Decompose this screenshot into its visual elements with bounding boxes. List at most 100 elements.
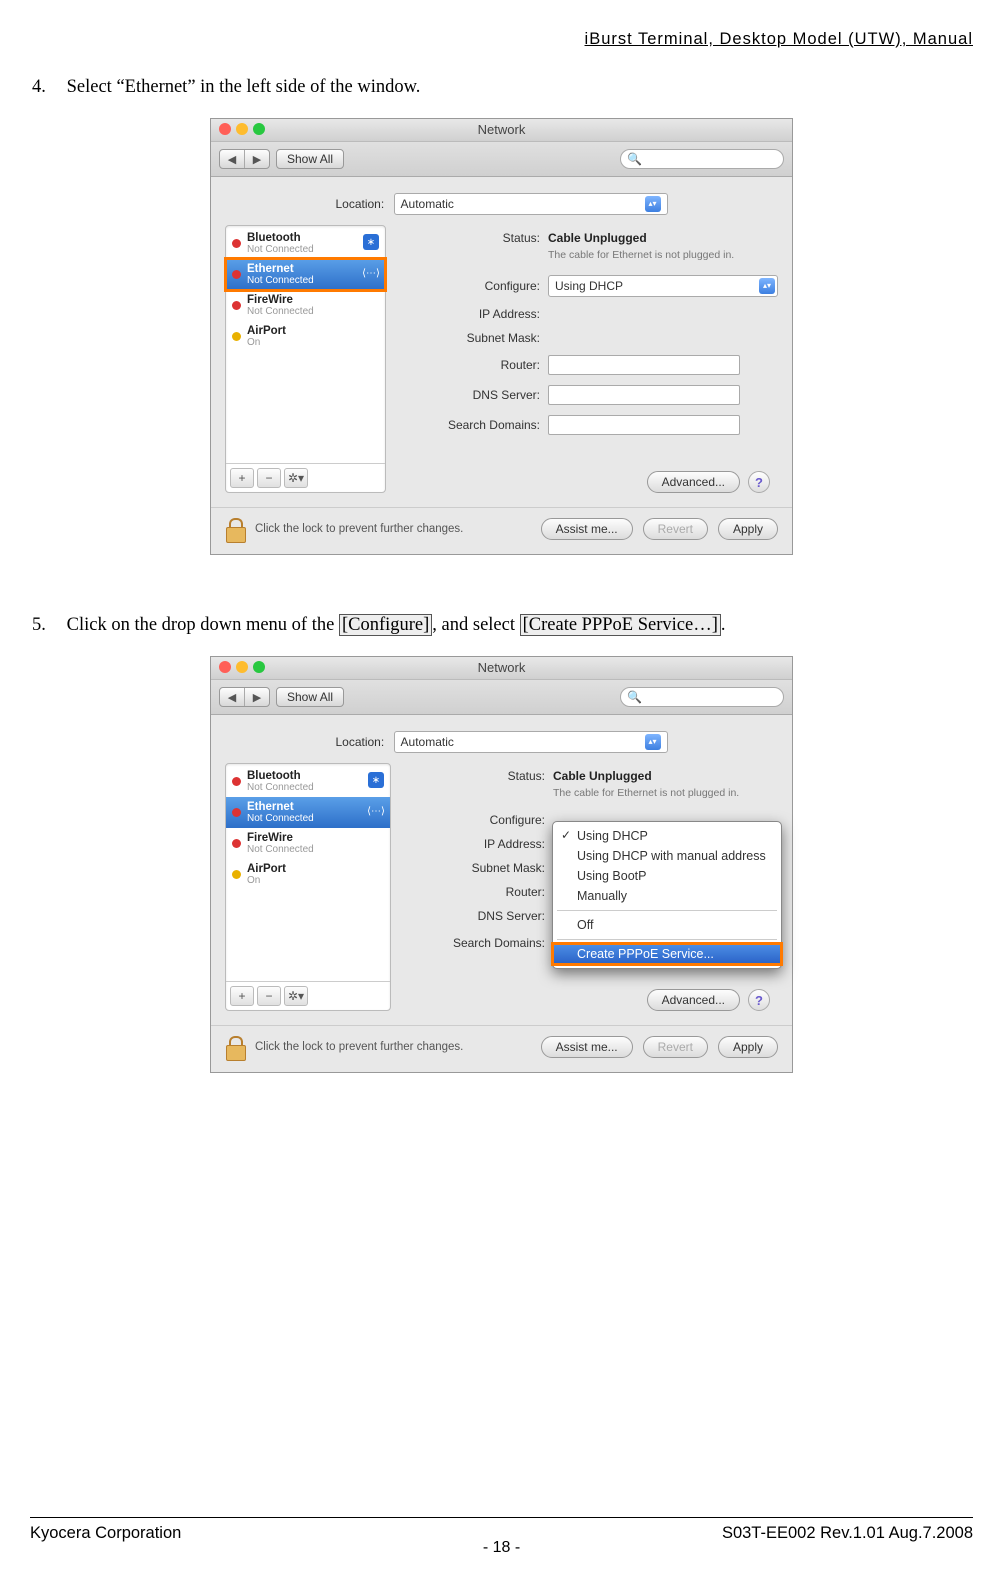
- search-input[interactable]: 🔍: [620, 687, 784, 707]
- detail-panel: Status: Cable Unplugged The cable for Et…: [405, 763, 778, 1011]
- status-dot-icon: [232, 870, 241, 879]
- gear-icon[interactable]: ✲▾: [284, 986, 308, 1006]
- menu-item-off[interactable]: Off: [553, 915, 781, 935]
- status-dot-icon: [232, 332, 241, 341]
- subnet-label: Subnet Mask:: [405, 861, 553, 875]
- add-button[interactable]: +: [230, 986, 254, 1006]
- menu-item-dhcp-manual[interactable]: Using DHCP with manual address: [553, 846, 781, 866]
- location-row: Location: Automatic ▴▾: [211, 177, 792, 225]
- sidebar-item-label: AirPort: [247, 863, 286, 875]
- search-input[interactable]: 🔍: [620, 149, 784, 169]
- nav-buttons[interactable]: ◀ ▶: [219, 687, 270, 707]
- sidebar-item-label: FireWire: [247, 832, 314, 844]
- minimize-icon[interactable]: [236, 123, 248, 135]
- sidebar-item-sub: On: [247, 875, 286, 886]
- apply-button[interactable]: Apply: [718, 1036, 778, 1058]
- back-icon[interactable]: ◀: [220, 688, 245, 706]
- step-5-num: 5.: [32, 615, 62, 636]
- advanced-button[interactable]: Advanced...: [647, 471, 740, 493]
- sidebar-item-airport[interactable]: AirPort On ⌔: [226, 321, 385, 352]
- subnet-label: Subnet Mask:: [400, 331, 548, 345]
- assist-button[interactable]: Assist me...: [541, 518, 633, 540]
- menu-item-dhcp[interactable]: Using DHCP: [553, 826, 781, 846]
- search-icon: 🔍: [627, 690, 642, 704]
- forward-icon[interactable]: ▶: [245, 688, 269, 706]
- sidebar-item-label: Ethernet: [247, 801, 314, 813]
- sidebar-item-airport[interactable]: AirPort On ⌔: [226, 859, 390, 890]
- location-select[interactable]: Automatic ▴▾: [394, 731, 668, 753]
- location-label: Location:: [335, 735, 384, 749]
- remove-button[interactable]: −: [257, 986, 281, 1006]
- sidebar-item-sub: Not Connected: [247, 306, 314, 317]
- traffic-lights[interactable]: [219, 661, 265, 673]
- traffic-lights[interactable]: [219, 123, 265, 135]
- menu-item-bootp[interactable]: Using BootP: [553, 866, 781, 886]
- close-icon[interactable]: [219, 123, 231, 135]
- sidebar-item-ethernet[interactable]: Ethernet Not Connected ⟨⋯⟩: [226, 797, 390, 828]
- sidebar-item-bluetooth[interactable]: Bluetooth Not Connected ∗: [226, 766, 390, 797]
- sidebar-controls: + − ✲▾: [226, 463, 385, 492]
- screenshot-2: Network ◀ ▶ Show All 🔍 Location: Automat…: [210, 656, 793, 1073]
- minimize-icon[interactable]: [236, 661, 248, 673]
- window-footer: Click the lock to prevent further change…: [211, 507, 792, 554]
- status-dot-icon: [232, 839, 241, 848]
- remove-button[interactable]: −: [257, 468, 281, 488]
- configure-label: Configure:: [400, 279, 548, 293]
- status-dot-icon: [232, 301, 241, 310]
- dns-input[interactable]: [548, 385, 740, 405]
- ip-label: IP Address:: [400, 307, 548, 321]
- location-select[interactable]: Automatic ▴▾: [394, 193, 668, 215]
- search-icon: 🔍: [627, 152, 642, 166]
- apply-button[interactable]: Apply: [718, 518, 778, 540]
- back-icon[interactable]: ◀: [220, 150, 245, 168]
- select-arrows-icon: ▴▾: [645, 196, 661, 212]
- menu-item-create-pppoe[interactable]: Create PPPoE Service...: [553, 944, 781, 964]
- configure-select[interactable]: Using DHCP ▴▾: [548, 275, 778, 297]
- ethernet-icon: ⟨⋯⟩: [368, 803, 384, 819]
- window-titlebar: Network: [211, 657, 792, 680]
- sidebar-item-bluetooth[interactable]: Bluetooth Not Connected ∗: [226, 228, 385, 259]
- step-4-text: Select “Ethernet” in the left side of th…: [67, 77, 421, 97]
- lock-text: Click the lock to prevent further change…: [255, 523, 531, 535]
- step-5-ref-configure: [Configure]: [339, 614, 432, 636]
- lock-text: Click the lock to prevent further change…: [255, 1041, 531, 1053]
- search-domains-label: Search Domains:: [400, 418, 548, 432]
- sidebar-item-firewire[interactable]: FireWire Not Connected Y: [226, 290, 385, 321]
- close-icon[interactable]: [219, 661, 231, 673]
- show-all-button[interactable]: Show All: [276, 149, 344, 169]
- add-button[interactable]: +: [230, 468, 254, 488]
- search-domains-input[interactable]: [548, 415, 740, 435]
- bluetooth-icon: ∗: [368, 772, 384, 788]
- sidebar-item-firewire[interactable]: FireWire Not Connected Y: [226, 828, 390, 859]
- lock-icon[interactable]: [225, 1036, 245, 1058]
- firewire-icon: Y: [368, 834, 384, 850]
- status-label: Status:: [400, 231, 548, 245]
- select-arrows-icon: ▴▾: [759, 278, 775, 294]
- network-sidebar: Bluetooth Not Connected ∗ Ethernet Not C…: [225, 763, 391, 1011]
- show-all-button[interactable]: Show All: [276, 687, 344, 707]
- zoom-icon[interactable]: [253, 123, 265, 135]
- window-title: Network: [478, 122, 526, 137]
- sidebar-controls: + − ✲▾: [226, 981, 390, 1010]
- gear-icon[interactable]: ✲▾: [284, 468, 308, 488]
- router-input[interactable]: [548, 355, 740, 375]
- sidebar-item-ethernet[interactable]: Ethernet Not Connected ⟨⋯⟩: [226, 259, 385, 290]
- assist-button[interactable]: Assist me...: [541, 1036, 633, 1058]
- configure-dropdown-menu[interactable]: Using DHCP Using DHCP with manual addres…: [552, 821, 782, 969]
- location-row: Location: Automatic ▴▾: [211, 715, 792, 763]
- revert-button[interactable]: Revert: [643, 1036, 708, 1058]
- location-value: Automatic: [401, 735, 454, 749]
- nav-buttons[interactable]: ◀ ▶: [219, 149, 270, 169]
- forward-icon[interactable]: ▶: [245, 150, 269, 168]
- sidebar-item-sub: Not Connected: [247, 275, 314, 286]
- lock-icon[interactable]: [225, 518, 245, 540]
- menu-item-manually[interactable]: Manually: [553, 886, 781, 906]
- advanced-button[interactable]: Advanced...: [647, 989, 740, 1011]
- help-icon[interactable]: ?: [748, 989, 770, 1011]
- help-icon[interactable]: ?: [748, 471, 770, 493]
- menu-separator: [557, 910, 777, 911]
- menu-separator: [557, 939, 777, 940]
- revert-button[interactable]: Revert: [643, 518, 708, 540]
- status-hint: The cable for Ethernet is not plugged in…: [548, 249, 778, 261]
- zoom-icon[interactable]: [253, 661, 265, 673]
